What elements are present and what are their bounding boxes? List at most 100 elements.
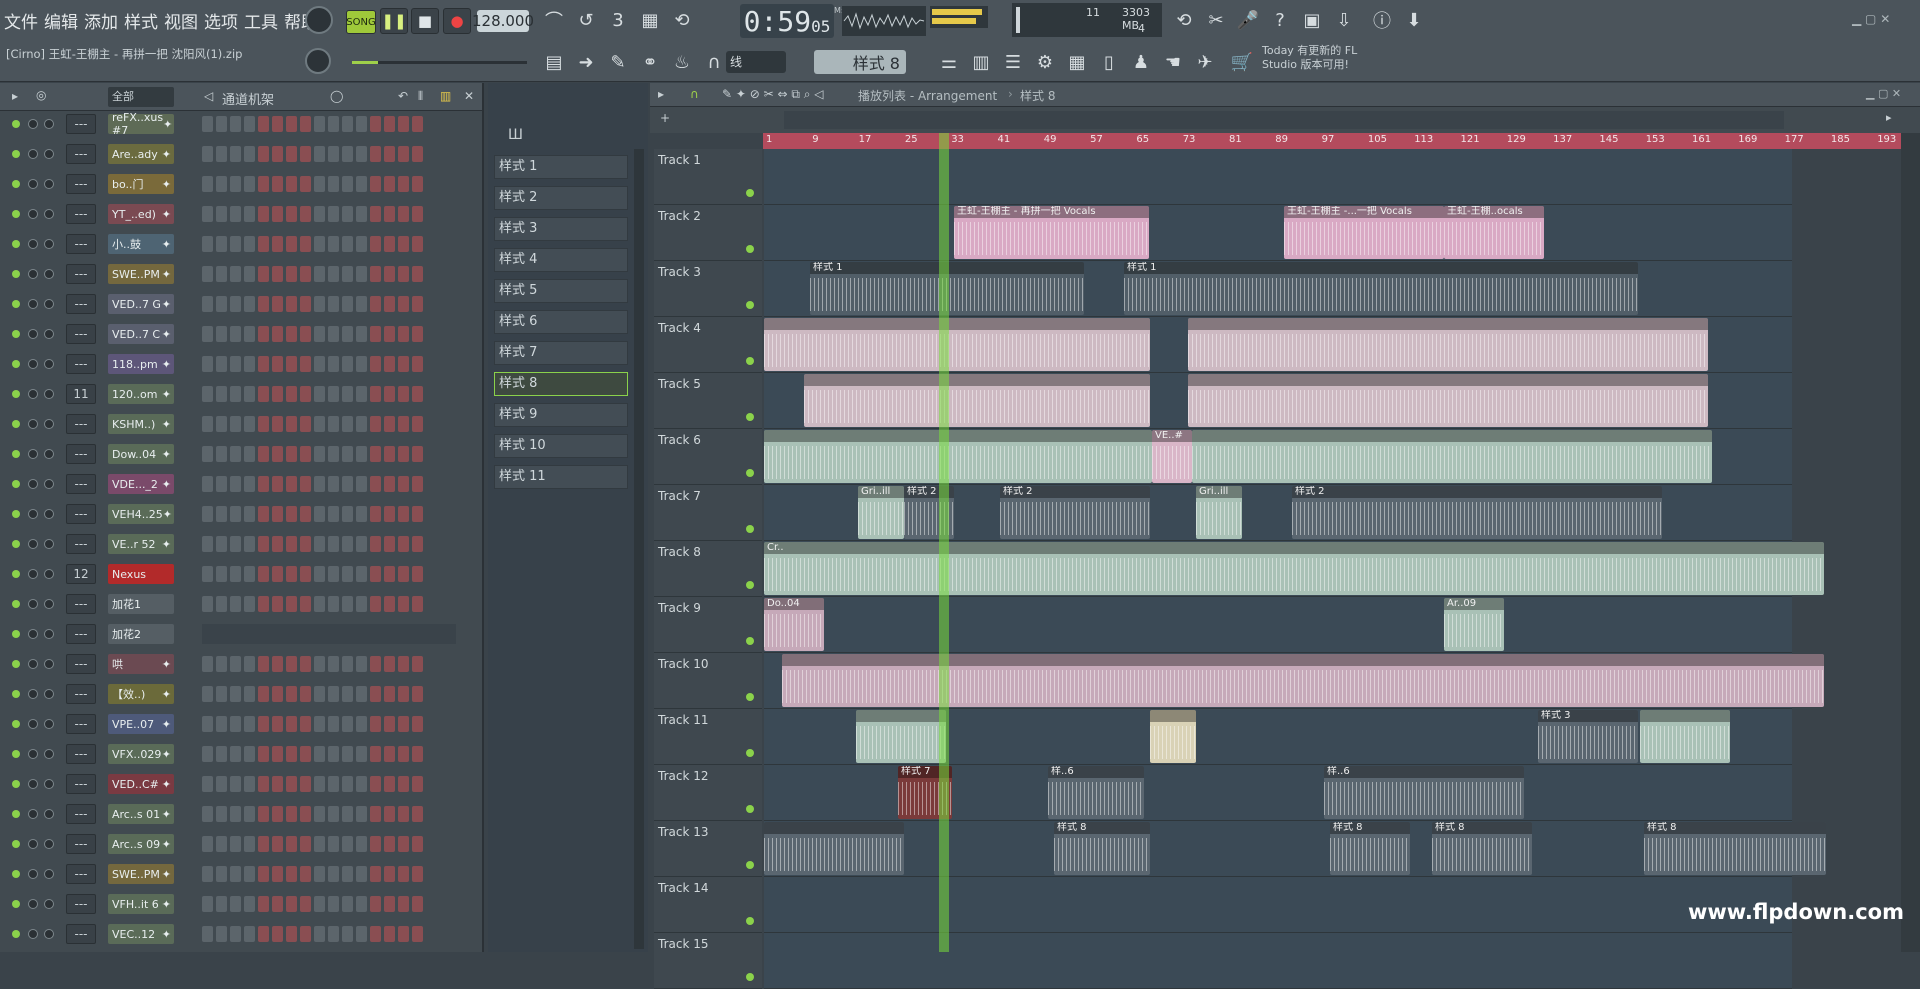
channel-name-button[interactable]: Arc..s 09 ✦ (108, 834, 174, 854)
step-sequencer[interactable] (202, 416, 423, 432)
step-button[interactable] (384, 776, 395, 792)
step-button[interactable] (342, 386, 353, 402)
step-button[interactable] (202, 776, 213, 792)
step-button[interactable] (398, 296, 409, 312)
step-button[interactable] (412, 206, 423, 222)
playlist-clip[interactable]: 王虹-王棚主 - 再拼一把 Vocals (954, 206, 1149, 259)
step-button[interactable] (328, 776, 339, 792)
step-button[interactable] (202, 836, 213, 852)
step-button[interactable] (300, 536, 311, 552)
step-button[interactable] (342, 266, 353, 282)
step-button[interactable] (300, 326, 311, 342)
track-header[interactable]: Track 2 (654, 205, 762, 261)
step-button[interactable] (384, 866, 395, 882)
channel-row[interactable]: --- Dow..04 ✦ (0, 441, 480, 467)
time-display[interactable]: 0:59 05 (740, 4, 834, 38)
step-button[interactable] (314, 206, 325, 222)
step-button[interactable] (398, 416, 409, 432)
track-header[interactable]: Track 6 (654, 429, 762, 485)
countdown-icon[interactable]: 3 (604, 6, 632, 34)
step-button[interactable] (328, 686, 339, 702)
step-button[interactable] (272, 776, 283, 792)
step-button[interactable] (230, 296, 241, 312)
step-button[interactable] (244, 776, 255, 792)
step-button[interactable] (244, 926, 255, 942)
step-sequencer[interactable] (202, 656, 423, 672)
save-icon[interactable]: ▣ (1298, 6, 1326, 34)
channel-pan-knob[interactable] (28, 329, 38, 339)
channel-mute-led[interactable] (12, 810, 20, 818)
step-button[interactable] (398, 896, 409, 912)
step-button[interactable] (356, 356, 367, 372)
step-button[interactable] (272, 206, 283, 222)
step-button[interactable] (398, 326, 409, 342)
step-button[interactable] (370, 416, 381, 432)
step-button[interactable] (216, 266, 227, 282)
step-button[interactable] (314, 146, 325, 162)
step-button[interactable] (384, 116, 395, 132)
step-button[interactable] (384, 566, 395, 582)
step-sequencer[interactable] (202, 206, 423, 222)
step-button[interactable] (314, 716, 325, 732)
channel-pan-knob[interactable] (28, 419, 38, 429)
channel-volume-knob[interactable] (44, 119, 54, 129)
menu-item-1[interactable]: 编辑 (44, 8, 78, 33)
step-button[interactable] (384, 146, 395, 162)
step-button[interactable] (398, 836, 409, 852)
step-button[interactable] (356, 146, 367, 162)
menu-item-5[interactable]: 选项 (204, 8, 238, 33)
playlist-clip[interactable]: VE..# (1152, 430, 1192, 483)
step-button[interactable] (342, 536, 353, 552)
step-button[interactable] (384, 506, 395, 522)
step-button[interactable] (216, 446, 227, 462)
step-button[interactable] (412, 356, 423, 372)
step-button[interactable] (230, 446, 241, 462)
step-button[interactable] (216, 146, 227, 162)
step-button[interactable] (230, 686, 241, 702)
step-button[interactable] (300, 596, 311, 612)
channel-name-button[interactable]: YT_..ed) ✦ (108, 204, 174, 224)
step-button[interactable] (356, 896, 367, 912)
step-edit-icon[interactable]: ▦ (636, 6, 664, 34)
step-button[interactable] (342, 326, 353, 342)
channel-pan-knob[interactable] (28, 839, 38, 849)
playlist-window-controls[interactable]: ▁ ▢ ✕ (1866, 87, 1901, 100)
track-mute-led[interactable] (746, 469, 754, 477)
channel-mute-led[interactable] (12, 270, 20, 278)
step-button[interactable] (412, 506, 423, 522)
step-button[interactable] (300, 266, 311, 282)
step-button[interactable] (314, 866, 325, 882)
magnet-icon[interactable]: ∩ (700, 48, 728, 76)
playlist-clip[interactable] (764, 318, 1150, 371)
step-button[interactable] (356, 446, 367, 462)
channel-mixer-track[interactable]: --- (66, 924, 96, 944)
step-button[interactable] (398, 716, 409, 732)
step-sequencer[interactable] (202, 266, 423, 282)
step-button[interactable] (328, 146, 339, 162)
step-sequencer[interactable] (202, 596, 423, 612)
step-button[interactable] (356, 206, 367, 222)
step-button[interactable] (230, 776, 241, 792)
step-button[interactable] (258, 296, 269, 312)
channel-volume-knob[interactable] (44, 239, 54, 249)
channel-name-button[interactable]: Arc..s 01 ✦ (108, 804, 174, 824)
step-button[interactable] (342, 686, 353, 702)
channel-row[interactable]: 11 120..om ✦ (0, 381, 480, 407)
channel-volume-knob[interactable] (44, 149, 54, 159)
channel-mixer-track[interactable]: --- (66, 714, 96, 734)
track-header[interactable]: Track 9 (654, 597, 762, 653)
channel-pan-knob[interactable] (28, 569, 38, 579)
step-button[interactable] (230, 866, 241, 882)
step-button[interactable] (314, 776, 325, 792)
channel-mute-led[interactable] (12, 450, 20, 458)
channel-row[interactable]: --- 哄 ✦ (0, 651, 480, 677)
channel-volume-knob[interactable] (44, 839, 54, 849)
track-mute-led[interactable] (746, 581, 754, 589)
track-lane[interactable]: 样式 8 样式 8 样式 8 样式 8 (764, 821, 1826, 877)
step-button[interactable] (412, 896, 423, 912)
step-button[interactable] (300, 356, 311, 372)
channel-rack-icon[interactable]: ▥ (967, 48, 995, 76)
playlist-clip[interactable] (1150, 710, 1196, 763)
piano-roll-preview[interactable] (202, 624, 456, 644)
step-button[interactable] (244, 416, 255, 432)
